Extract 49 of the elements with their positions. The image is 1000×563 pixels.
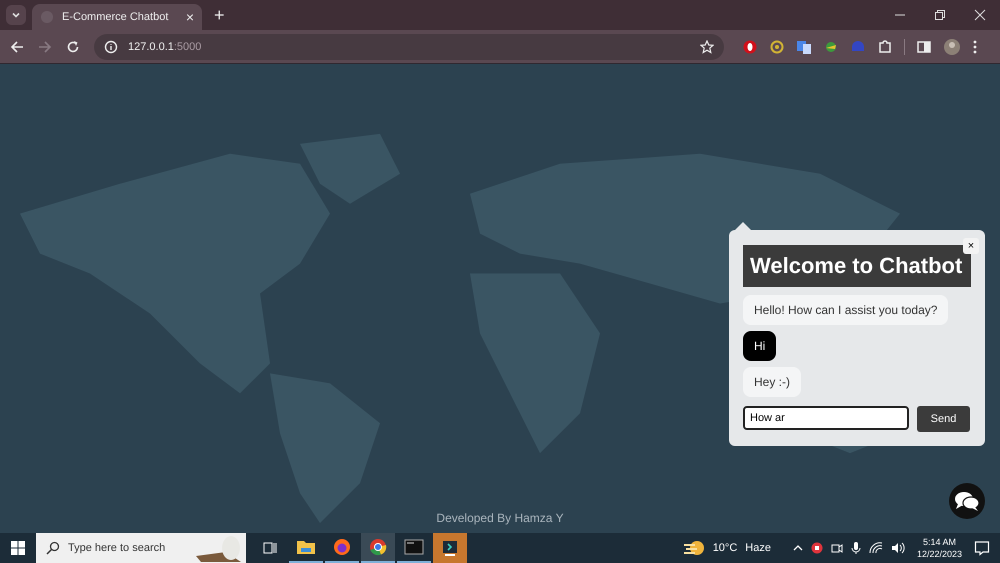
- microphone-icon[interactable]: [850, 541, 861, 555]
- chevron-down-icon: [11, 10, 21, 20]
- clock-date: 12/22/2023: [916, 548, 962, 560]
- puzzle-icon[interactable]: [877, 38, 893, 54]
- chat-message: Hey :-): [743, 367, 801, 397]
- footer-text: Developed By Hamza Y: [435, 511, 565, 525]
- clock-time: 5:14 AM: [922, 536, 956, 548]
- close-button[interactable]: ×: [963, 238, 979, 254]
- address-bar[interactable]: 127.0.0.1:5000: [94, 34, 724, 60]
- camera-icon[interactable]: [830, 542, 843, 554]
- weather-temperature[interactable]: 10°C: [712, 542, 738, 554]
- chrome-icon[interactable]: [361, 533, 395, 563]
- reload-icon[interactable]: [66, 40, 80, 54]
- extension-icon[interactable]: [769, 38, 785, 54]
- avatar-icon[interactable]: [943, 38, 961, 56]
- browser-tab[interactable]: E-Commerce Chatbot ×: [32, 4, 202, 30]
- close-icon[interactable]: [974, 9, 986, 21]
- back-icon[interactable]: [10, 40, 24, 54]
- tab-close-button[interactable]: ×: [186, 9, 194, 25]
- speaker-icon[interactable]: [890, 542, 905, 554]
- tab-search-button[interactable]: [6, 5, 26, 25]
- chevron-up-icon[interactable]: [792, 544, 803, 552]
- clock[interactable]: 5:14 AM 12/22/2023: [916, 536, 962, 560]
- weather-condition[interactable]: Haze: [745, 542, 771, 554]
- star-icon[interactable]: [700, 40, 714, 54]
- info-icon: [104, 40, 118, 54]
- url-text: 127.0.0.1:5000: [128, 40, 202, 52]
- task-view-icon[interactable]: [262, 540, 278, 556]
- message-input[interactable]: How ar: [743, 406, 909, 430]
- new-tab-button[interactable]: +: [214, 4, 225, 26]
- chat-toggle-button[interactable]: [949, 483, 985, 519]
- wifi-icon[interactable]: [868, 542, 883, 554]
- send-button[interactable]: Send: [917, 406, 970, 432]
- notification-icon[interactable]: [974, 540, 990, 556]
- chat-message: Hi: [743, 331, 776, 361]
- side-panel-icon[interactable]: [916, 38, 932, 54]
- restore-icon[interactable]: [934, 9, 946, 21]
- record-icon[interactable]: [810, 542, 823, 554]
- chat-bubbles-icon: [954, 490, 980, 512]
- windows-start-icon[interactable]: [10, 540, 26, 556]
- chat-message: Hello! How can I assist you today?: [743, 295, 948, 325]
- app-icon[interactable]: [433, 533, 467, 563]
- weather-icon[interactable]: [682, 539, 705, 557]
- search-icon: [46, 541, 60, 555]
- translate-icon[interactable]: [796, 38, 812, 54]
- taskbar-search-field[interactable]: Type here to search: [36, 533, 246, 563]
- tab-title: E-Commerce Chatbot: [62, 11, 170, 23]
- more-icon[interactable]: [972, 38, 978, 54]
- extension-icon[interactable]: [742, 38, 758, 54]
